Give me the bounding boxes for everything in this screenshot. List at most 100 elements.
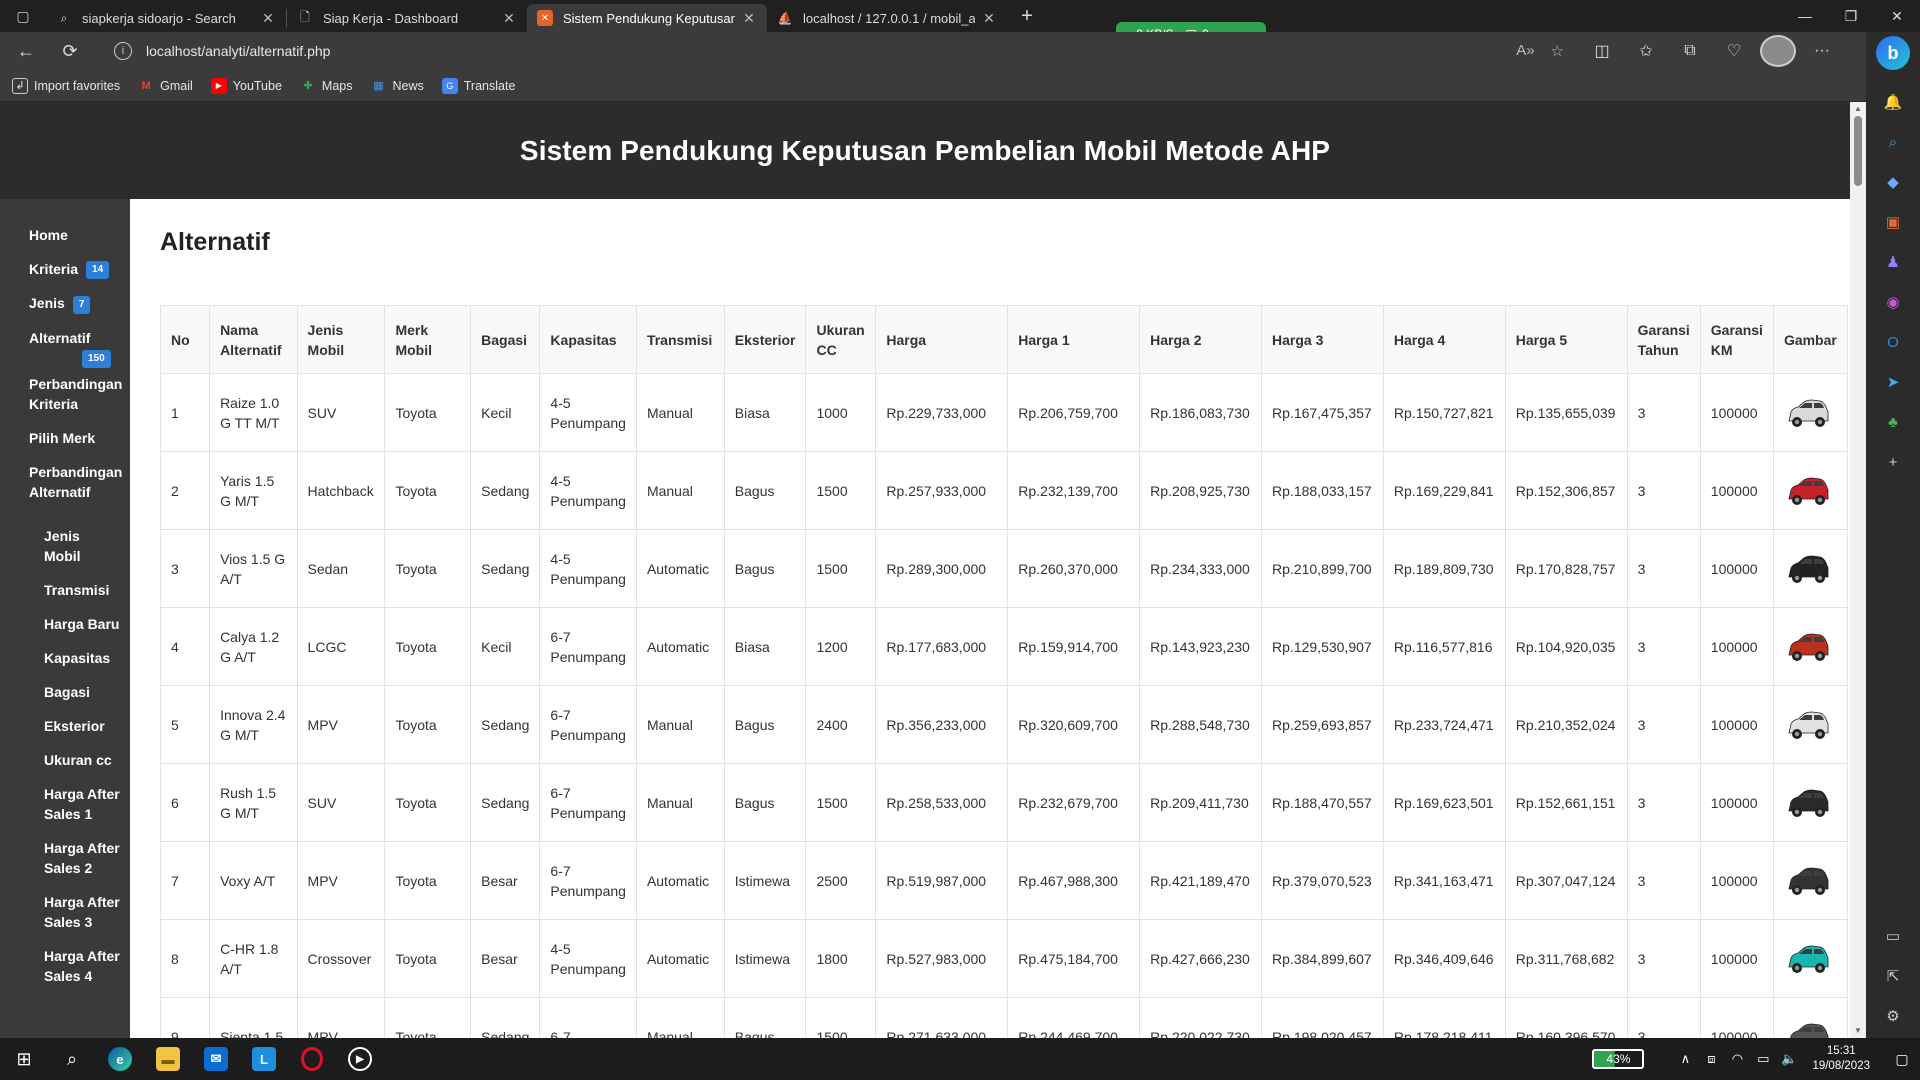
tab-phpmyadmin[interactable]: ⛵ localhost / 127.0.0.1 / mobil_ahp ✕ [767,4,1007,32]
column-header: Nama Alternatif [209,305,298,374]
add-sidebar-icon[interactable]: + [1879,448,1907,476]
table-header-row: No Nama Alternatif Jenis Mobil Merk Mobil Ba… [160,305,1849,374]
close-icon[interactable]: ✕ [741,10,757,27]
nav-alternatif[interactable]: Alternatif 150 [0,328,130,368]
more-icon[interactable]: ··· [1804,35,1840,67]
microsoft365-icon[interactable]: ◉ [1879,288,1907,316]
minimize-icon[interactable]: — [1782,0,1828,32]
favorite-star-icon[interactable]: ☆ [1551,42,1564,60]
nav-perbandingan-alternatif[interactable]: Perbandingan Alternatif [0,462,130,502]
chevron-up-icon[interactable]: ∧ [1672,1051,1698,1067]
scrollbar-thumb[interactable] [1854,116,1862,186]
split-screen-icon[interactable]: ◫ [1584,35,1620,67]
collections-icon[interactable]: ⧉ [1672,35,1708,67]
settings-gear-icon[interactable]: ⚙ [1879,1002,1907,1030]
window-close-icon[interactable]: ✕ [1874,0,1920,32]
tab-spk[interactable]: ✕ Sistem Pendukung Keputusan Pe ✕ [527,4,767,32]
bookmark-news[interactable]: ▦ News [371,78,423,94]
page-scrollbar[interactable]: ▲ ▼ [1850,102,1866,1038]
bing-copilot-icon[interactable]: b [1876,36,1910,70]
tab-dashboard[interactable]: 🗋 Siap Kerja - Dashboard ✕ [287,4,527,32]
table-cell: 4-5 Penumpang [539,529,637,608]
refresh-icon[interactable]: ⟳ [52,35,88,67]
app-l-icon[interactable]: L [240,1038,288,1080]
scroll-down-icon[interactable]: ▼ [1850,1024,1866,1038]
notification-bell-icon[interactable]: 🔔 [1879,88,1907,116]
media-player-icon[interactable]: ▶ [336,1038,384,1080]
wifi-icon[interactable]: ◠ [1724,1051,1750,1067]
open-external-icon[interactable]: ⇱ [1879,962,1907,990]
bookmark-import-favorites[interactable]: ↲ Import favorites [12,77,120,94]
tab-actions-icon[interactable]: ▢ [0,0,46,32]
opera-icon[interactable] [288,1038,336,1080]
nav-sub-item[interactable]: Kapasitas [0,648,130,668]
nav-sub-item[interactable]: Bagasi [0,682,130,702]
table-cell: Besar [470,841,541,920]
nav-sub-item[interactable]: Harga After Sales 3 [0,892,130,932]
restore-icon[interactable]: ❐ [1828,0,1874,32]
nav-sub-item[interactable]: Transmisi [0,580,130,600]
tree-icon[interactable]: ♣ [1879,408,1907,436]
drop-icon[interactable]: ➤ [1879,368,1907,396]
table-cell: 4-5 Penumpang [539,919,637,998]
notification-icon[interactable]: ▢ [1884,1051,1920,1068]
clock[interactable]: 15:31 19/08/2023 [1812,1044,1870,1074]
page-header: Sistem Pendukung Keputusan Pembelian Mob… [0,102,1850,199]
mail-icon[interactable]: ✉ [192,1038,240,1080]
profile-icon[interactable] [1760,35,1796,67]
search-icon[interactable]: ⌕ [1879,128,1907,156]
address-bar[interactable]: i localhost/analyti/alternatif.php A» ☆ [104,36,1574,66]
battery-indicator[interactable]: 43% [1592,1049,1645,1069]
tab-search[interactable]: ⌕ siapkerja sidoarjo - Search ✕ [46,4,286,32]
nav-pilih-merk[interactable]: Pilih Merk [0,428,130,448]
display-icon[interactable]: ⧈ [1698,1051,1724,1067]
close-icon[interactable]: ✕ [260,10,276,27]
nav-jenis[interactable]: Jenis 7 [0,293,130,314]
info-icon[interactable]: i [114,42,132,60]
nav-sub-item[interactable]: Harga Baru [0,614,130,634]
page-viewport: Sistem Pendukung Keputusan Pembelian Mob… [0,102,1866,1038]
bookmark-gmail[interactable]: M Gmail [138,78,193,94]
search-icon[interactable]: ⌕ [48,1038,96,1080]
nav-home[interactable]: Home [0,225,130,245]
nav-sub-item[interactable]: Eksterior [0,716,130,736]
nav-sub-item[interactable]: Ukuran cc [0,750,130,770]
games-icon[interactable]: ♟ [1879,248,1907,276]
nav-sub-item[interactable]: Harga After Sales 4 [0,946,130,986]
volume-icon[interactable]: 🔈 [1776,1051,1802,1067]
back-icon[interactable]: ← [8,35,44,67]
close-icon[interactable]: ✕ [501,10,517,27]
youtube-icon: ▶ [210,77,227,94]
table-cell: Toyota [384,685,472,764]
table-cell: Crossover [296,919,386,998]
table-cell: Innova 2.4 G M/T [209,685,298,764]
performance-icon[interactable]: ♡ [1716,35,1752,67]
tools-briefcase-icon[interactable]: ▣ [1879,208,1907,236]
battery-icon[interactable]: ▭ [1750,1051,1776,1067]
nav-sub-item[interactable]: Harga After Sales 2 [0,838,130,878]
sidebar-layout-icon[interactable]: ▭ [1879,922,1907,950]
section-title: Alternatif [160,228,270,256]
new-tab-button[interactable]: + [1011,2,1043,30]
url-text[interactable]: localhost/analyti/alternatif.php [146,43,1516,59]
nav-sub-item[interactable]: Jenis Mobil [0,526,130,566]
bookmark-youtube[interactable]: ▶ YouTube [210,77,282,94]
close-icon[interactable]: ✕ [981,10,997,27]
nav-sub-item[interactable]: Harga After Sales 1 [0,784,130,824]
table-cell: Sedang [470,997,541,1038]
outlook-icon[interactable]: O [1879,328,1907,356]
nav-perbandingan-kriteria[interactable]: Perbandingan Kriteria [0,374,130,414]
favorites-icon[interactable]: ✩ [1628,35,1664,67]
folder-logo: ▬ [156,1047,180,1071]
file-explorer-icon[interactable]: ▬ [144,1038,192,1080]
bookmark-maps[interactable]: ✚ Maps [300,78,352,94]
edge-browser-icon[interactable]: e [96,1038,144,1080]
scroll-up-icon[interactable]: ▲ [1850,102,1866,116]
windows-start-icon[interactable]: ⊞ [0,1038,48,1080]
shopping-tag-icon[interactable]: ◆ [1879,168,1907,196]
bookmark-translate[interactable]: G Translate [441,77,515,94]
car-image-cell [1772,373,1849,452]
read-aloud-icon[interactable]: A» [1516,42,1534,60]
table-cell: MPV [296,841,386,920]
nav-kriteria[interactable]: Kriteria 14 [0,259,130,280]
